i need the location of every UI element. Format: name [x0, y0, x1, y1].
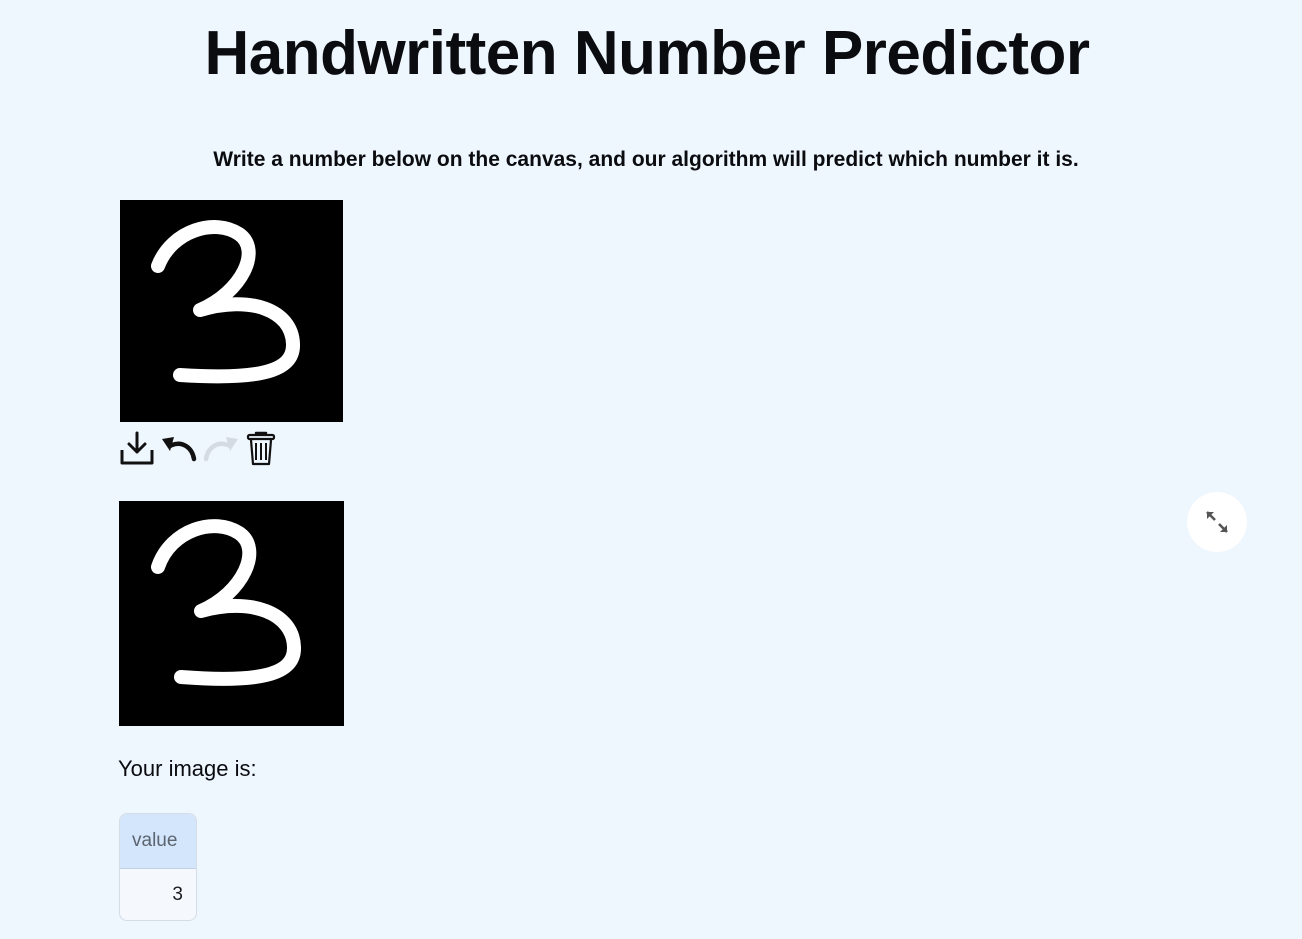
redo-button[interactable] [202, 429, 240, 467]
undo-icon [162, 437, 197, 462]
processed-image [119, 501, 344, 726]
expand-icon [1206, 511, 1228, 533]
canvas-toolbar [118, 428, 278, 468]
result-table[interactable]: value 3 [119, 813, 197, 921]
delete-button[interactable] [244, 429, 278, 467]
fullscreen-button[interactable] [1187, 492, 1247, 552]
redo-icon [203, 437, 238, 462]
drawn-digit-stroke [151, 220, 300, 384]
undo-button[interactable] [160, 429, 198, 467]
page-title: Handwritten Number Predictor [204, 19, 1090, 88]
table-cell-value[interactable]: 3 [120, 869, 196, 920]
table-header-value[interactable]: value [120, 814, 196, 869]
preview-digit-stroke [151, 519, 301, 686]
app-page: Handwritten Number Predictor Write a num… [0, 0, 1302, 939]
page-subtitle: Write a number below on the canvas, and … [213, 148, 1079, 171]
trash-icon [246, 431, 276, 466]
result-label: Your image is: [118, 756, 257, 781]
drawing-canvas[interactable] [120, 200, 343, 422]
download-icon [120, 431, 154, 465]
download-button[interactable] [118, 429, 156, 467]
